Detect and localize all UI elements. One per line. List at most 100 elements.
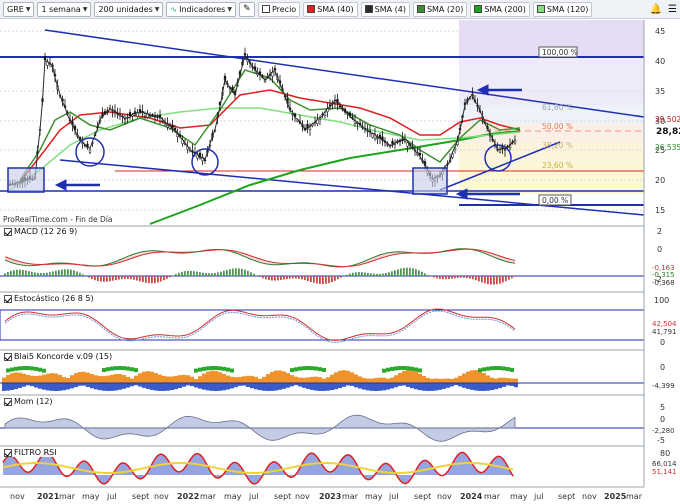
koncorde-green-bar [34,366,38,371]
checkbox-icon[interactable] [4,227,12,236]
koncorde-green-bar [134,368,138,373]
koncorde-orange-bar [446,378,450,383]
macd-bar [490,276,492,285]
koncorde-orange-bar [2,377,6,383]
koncorde-orange-bar [138,373,142,383]
koncorde-blue-bar [378,383,382,391]
macd-bar [478,276,480,282]
koncorde-green-bar [394,366,398,371]
koncorde-orange-bar [242,376,246,383]
koncorde-orange-bar [162,375,166,383]
macd-bar [124,276,126,279]
koncorde-blue-bar [394,383,398,388]
koncorde-green-bar [406,366,410,371]
time-axis-label: 2021 [37,492,60,501]
checkbox-icon[interactable] [4,448,12,457]
koncorde-blue-bar [22,383,26,387]
koncorde-blue-bar [94,383,98,390]
koncorde-blue-bar [162,383,166,391]
macd-bar [25,270,27,276]
macd-bar [220,271,222,276]
macd-bar [421,271,423,276]
stoch-panel-title[interactable]: Estocástico (26 8 5) [2,294,96,303]
macd-axis-label: 0 [657,245,662,254]
price-chart[interactable]: 100,00 % 61,80 % 50,00 % 38,20 % 23,60 %… [0,19,680,504]
koncorde-orange-bar [254,376,258,383]
macd-bar [364,272,366,276]
koncorde-orange-bar [278,370,282,383]
koncorde-panel-title[interactable]: Blai5 Koncorde v.09 (15) [2,352,115,361]
units-selector[interactable]: 200 unidades ▼ [94,1,164,17]
koncorde-orange-bar [282,371,286,383]
macd-bar [115,276,117,281]
koncorde-orange-bar [326,377,330,383]
mom-panel-title[interactable]: Mom (12) [2,397,55,406]
macd-bar [151,276,153,284]
macd-bar [313,276,315,283]
macd-bar [136,276,138,281]
koncorde-blue-bar [10,383,14,390]
macd-panel-title[interactable]: MACD (12 26 9) [2,227,80,236]
koncorde-orange-bar [258,378,262,383]
indicators-button[interactable]: ∿ Indicadores ▼ [166,1,236,17]
koncorde-orange-bar [378,377,382,383]
koncorde-orange-bar [86,372,90,383]
macd-bar [310,276,312,282]
koncorde-green-bar [510,367,514,372]
macd-bar [406,267,408,276]
koncorde-orange-bar [454,377,458,383]
koncorde-blue-bar [438,383,442,390]
koncorde-blue-bar [286,383,290,388]
koncorde-orange-bar [246,375,250,383]
fib-label-500: 50,00 % [542,122,573,131]
rsi-panel-title[interactable]: FILTRO RSI [2,448,59,457]
period-selector[interactable]: 1 semana ▼ [37,1,92,17]
bell-icon[interactable]: 🔔 [650,4,662,15]
legend-sma200[interactable]: SMA (200) [470,1,530,17]
koncorde-green-bar [10,367,14,372]
macd-bar [16,269,18,276]
macd-bar [508,276,510,280]
koncorde-blue-bar [258,383,262,391]
koncorde-green-bar [478,368,482,373]
koncorde-blue-bar [498,383,502,389]
koncorde-blue-bar [202,383,206,390]
price-tags: 29,502 28,82 26,535 [644,115,680,152]
macd-bar [514,276,516,277]
koncorde-orange-bar [170,376,174,383]
macd-bar [418,270,420,276]
legend-sma40[interactable]: SMA (40) [303,1,358,17]
legend-sma4[interactable]: SMA (4) [360,1,410,17]
time-axis-label: sept [414,492,431,501]
time-axis-label: nov [295,492,310,501]
macd-tag: -0,368 [652,279,675,287]
legend-price[interactable]: Precio [257,1,301,17]
macd-bar [64,269,66,276]
koncorde-blue-bar [502,383,506,387]
macd-bar [67,269,69,276]
checkbox-icon[interactable] [4,294,12,303]
stoch-axis-label: 100 [654,296,669,305]
koncorde-orange-bar [126,376,130,383]
checkbox-icon[interactable] [4,397,12,406]
checkbox-icon[interactable] [4,352,12,361]
koncorde-orange-bar [250,375,254,383]
koncorde-green-bar [230,368,234,373]
legend-sma20[interactable]: SMA (20) [412,1,468,17]
koncorde-orange-bar [450,378,454,383]
koncorde-orange-bar [98,376,102,383]
menu-icon[interactable]: ☰ [668,4,677,15]
fib-label-618: 61,80 % [542,103,573,112]
macd-bar [301,276,303,280]
koncorde-orange-bar [362,377,366,383]
koncorde-orange-bar [390,377,394,383]
macd-bar [433,276,435,278]
ticker-selector[interactable]: GRE ▼ [3,1,35,17]
macd-bar [22,269,24,276]
draw-tools-icon[interactable]: ✎ [238,1,255,17]
rsi-axis-label: 80 [660,449,670,458]
macd-bar [400,268,402,276]
koncorde-blue-bar [174,383,178,390]
koncorde-green-bar [6,368,10,373]
legend-sma120[interactable]: SMA (120) [532,1,593,17]
